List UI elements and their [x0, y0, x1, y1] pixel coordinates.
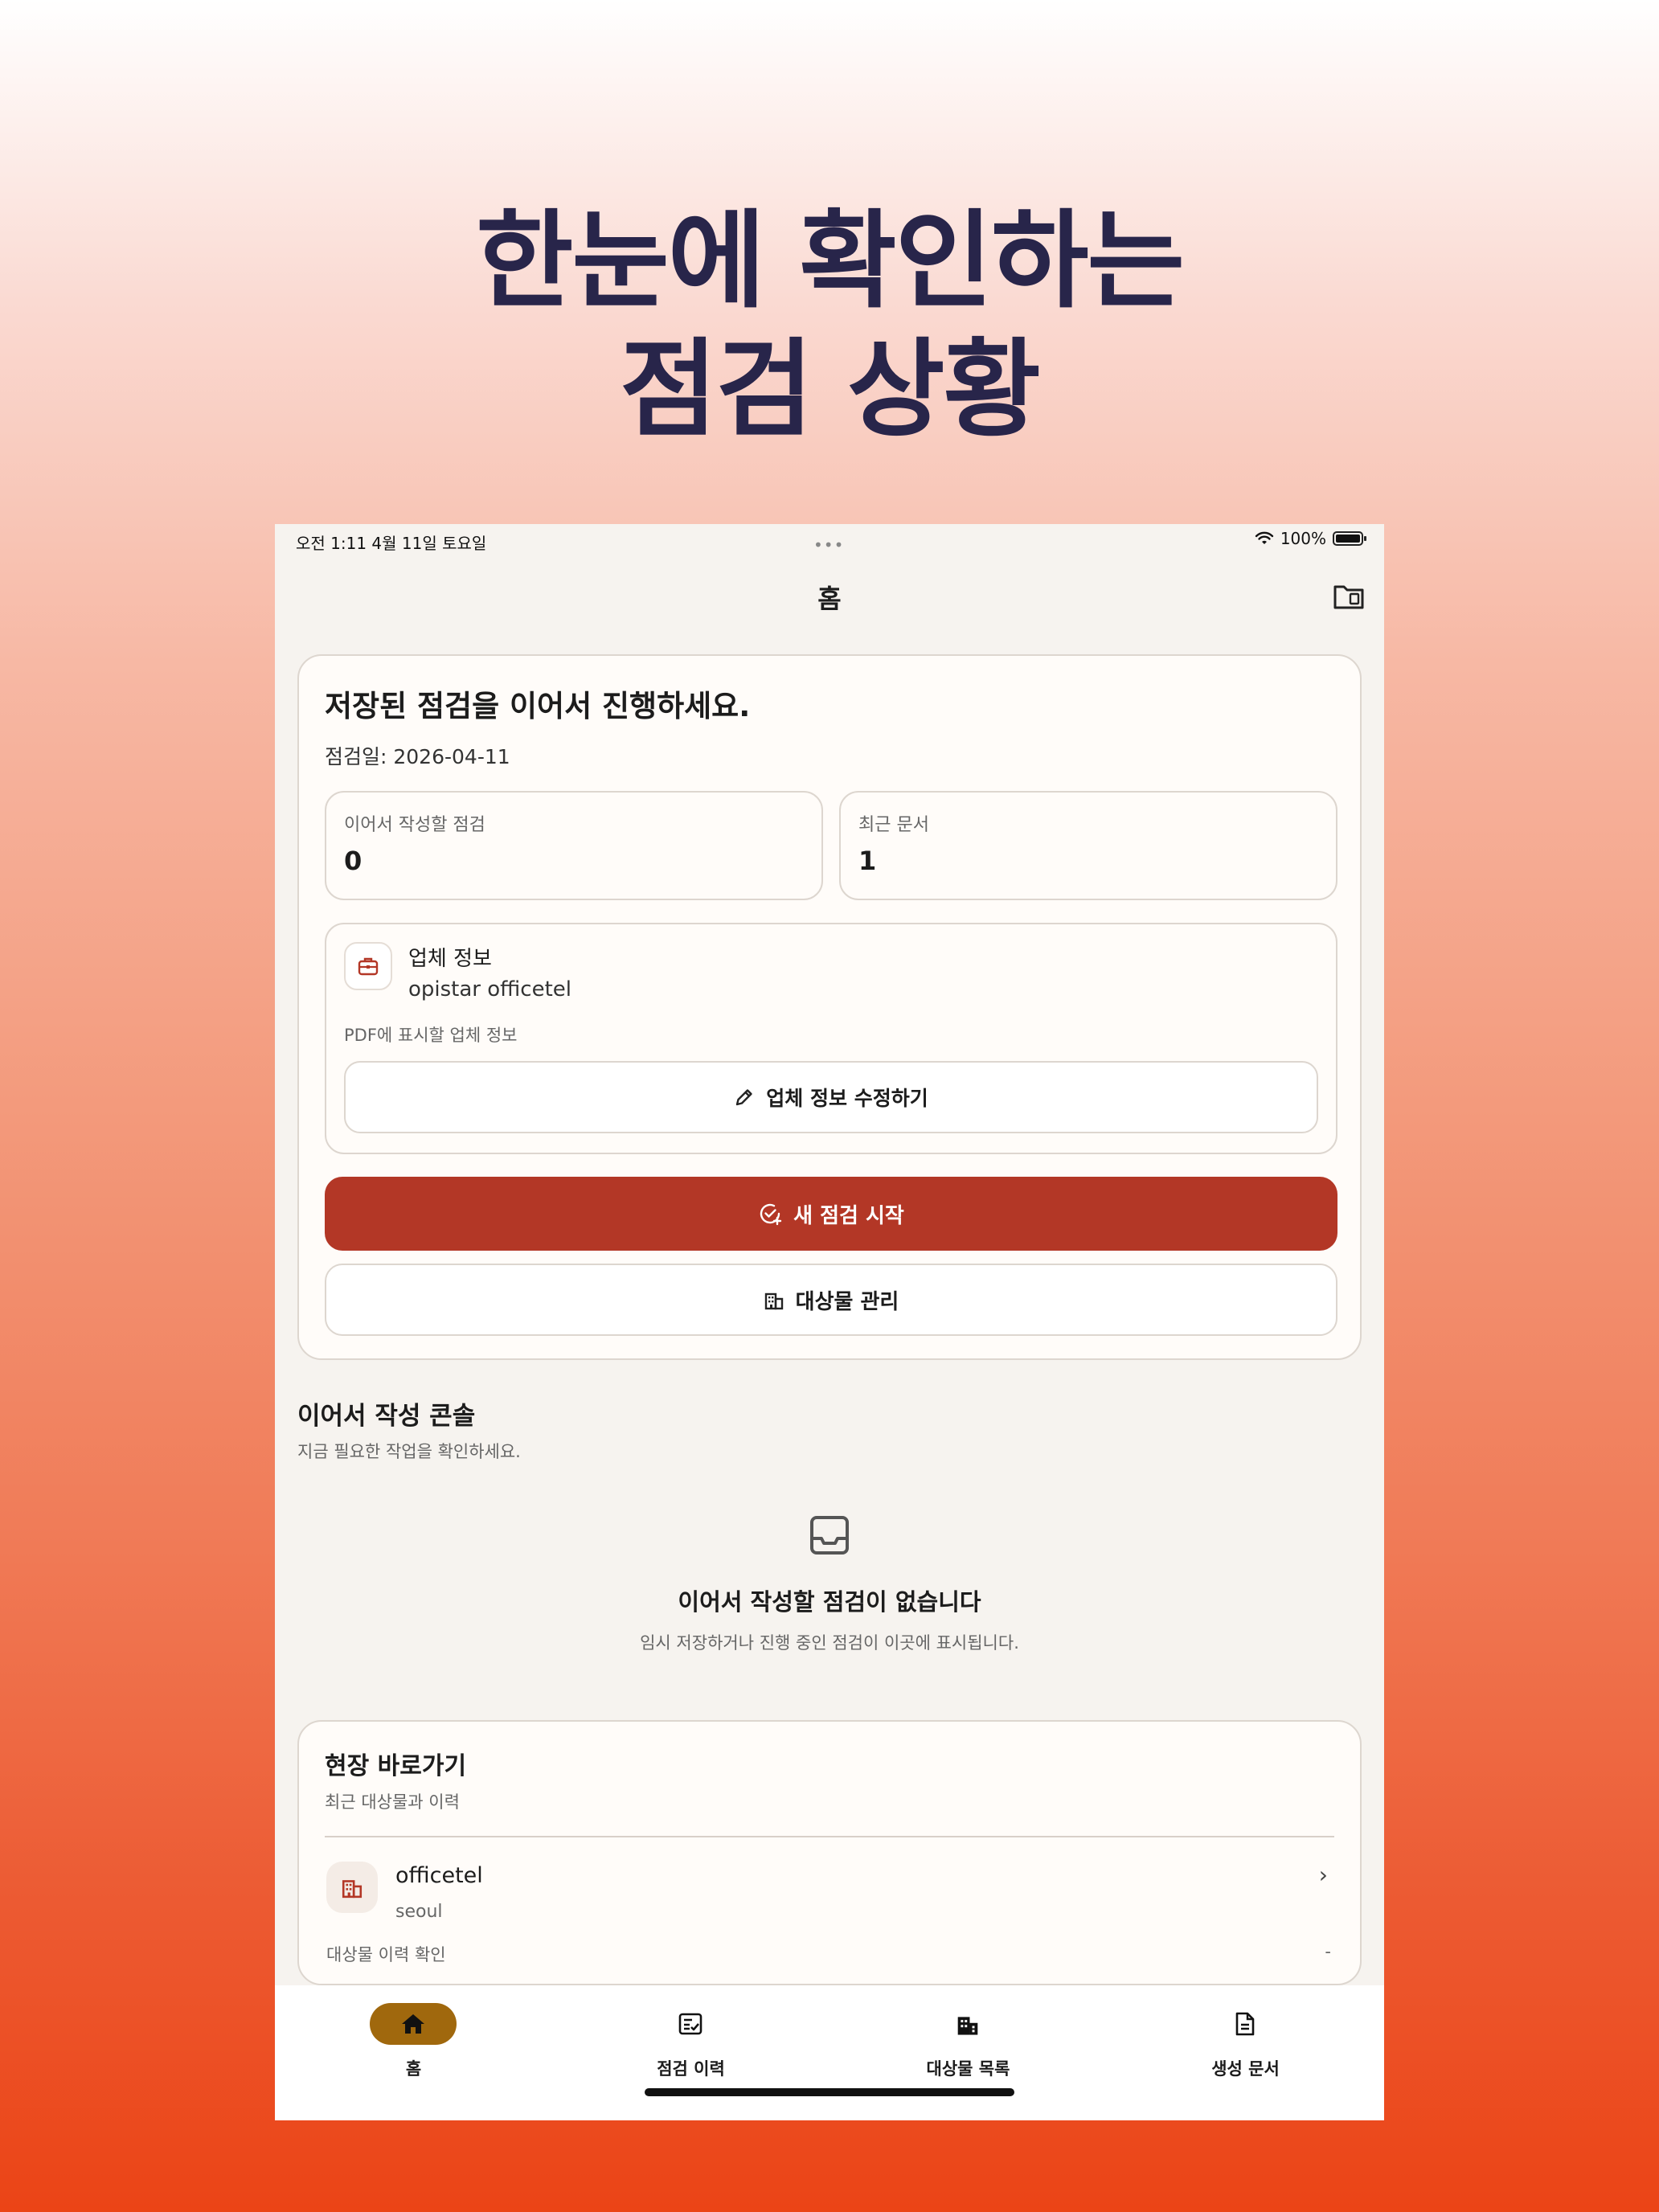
card-title: 저장된 점검을 이어서 진행하세요.	[325, 689, 751, 723]
inspection-date: 점검일: 2026-04-11	[325, 745, 510, 768]
stat-recent-documents[interactable]: 최근 문서 1	[839, 791, 1337, 900]
shortcuts-title: 현장 바로가기	[325, 1752, 467, 1780]
shortcuts-subtitle: 최근 대상물과 이력	[325, 1792, 460, 1812]
edit-company-label: 업체 정보 수정하기	[766, 1087, 928, 1110]
briefcase-icon	[344, 942, 392, 990]
tab-label: 홈	[405, 2059, 422, 2079]
property-location: seoul	[395, 1902, 443, 1922]
tab-inspection-history[interactable]: 점검 이력	[552, 1985, 830, 2082]
console-subtitle: 지금 필요한 작업을 확인하세요.	[297, 1442, 521, 1461]
tab-label: 점검 이력	[657, 2059, 725, 2079]
status-right: 100%	[1255, 529, 1366, 548]
device-screen: 오전 1:11 4월 11일 토요일 ••• 100% 홈 저장된 점검을 이어…	[275, 524, 1384, 2120]
empty-state-subtitle: 임시 저장하거나 진행 중인 점검이 이곳에 표시됩니다.	[640, 1633, 1019, 1653]
building-icon	[764, 1292, 783, 1310]
stat-value: 0	[344, 846, 363, 876]
inbox-icon	[810, 1516, 849, 1555]
promo-headline-line1: 한눈에 확인하는	[475, 199, 1185, 323]
promo-headline-line2: 점검 상황	[620, 328, 1041, 452]
list-item[interactable]: officetel seoul › 대상물 이력 확인 -	[299, 1837, 1360, 1985]
battery-icon	[1333, 531, 1366, 546]
new-inspection-label: 새 점검 시작	[793, 1203, 904, 1228]
company-name: opistar officetel	[408, 977, 572, 1002]
company-info-panel: 업체 정보 opistar officetel PDF에 표시할 업체 정보 업…	[325, 923, 1337, 1154]
site-shortcuts-card: 현장 바로가기 최근 대상물과 이력 officetel seoul › 대상물…	[297, 1720, 1362, 1985]
folder-document-icon[interactable]	[1333, 582, 1365, 611]
property-name: officetel	[395, 1863, 483, 1888]
nav-bar: 홈	[275, 569, 1384, 621]
console-title: 이어서 작성 콘솔	[297, 1402, 476, 1431]
manage-properties-button[interactable]: 대상물 관리	[325, 1264, 1337, 1336]
home-icon	[370, 2003, 457, 2045]
resume-card: 저장된 점검을 이어서 진행하세요. 점검일: 2026-04-11 이어서 작…	[297, 654, 1362, 1360]
status-bar: 오전 1:11 4월 11일 토요일 ••• 100%	[275, 524, 1384, 556]
check-plus-icon	[760, 1203, 782, 1226]
nav-title: 홈	[817, 584, 842, 614]
battery-percent: 100%	[1280, 529, 1326, 548]
status-time-date: 오전 1:11 4월 11일 토요일	[296, 534, 487, 553]
new-inspection-button[interactable]: 새 점검 시작	[325, 1177, 1337, 1251]
edit-company-button[interactable]: 업체 정보 수정하기	[344, 1061, 1318, 1133]
tab-label: 생성 문서	[1211, 2059, 1280, 2079]
company-label: 업체 정보	[408, 947, 492, 971]
property-history-value: -	[1325, 1942, 1331, 1961]
stat-label: 최근 문서	[858, 815, 929, 835]
empty-state-title: 이어서 작성할 점검이 없습니다	[678, 1588, 981, 1616]
stat-value: 1	[858, 846, 877, 876]
tab-bar: 홈 점검 이력 대상물 목록 생성 문서	[275, 1985, 1384, 2120]
tab-property-list[interactable]: 대상물 목록	[830, 1985, 1107, 2082]
company-note: PDF에 표시할 업체 정보	[344, 1026, 518, 1045]
checklist-icon	[647, 2003, 734, 2045]
tab-home[interactable]: 홈	[275, 1985, 552, 2082]
tab-generated-documents[interactable]: 생성 문서	[1107, 1985, 1384, 2082]
document-icon	[1202, 2003, 1288, 2045]
stat-pending-inspections[interactable]: 이어서 작성할 점검 0	[325, 791, 823, 900]
building-icon	[326, 1862, 378, 1913]
multitasking-dots[interactable]: •••	[813, 535, 844, 555]
pencil-icon	[736, 1089, 752, 1106]
home-indicator[interactable]	[645, 2088, 1014, 2096]
promo-headline: 한눈에 확인하는 점검 상황	[0, 197, 1659, 454]
property-history-link[interactable]: 대상물 이력 확인	[326, 1942, 446, 1966]
chevron-right-icon: ›	[1318, 1862, 1328, 1888]
wifi-icon	[1255, 531, 1274, 544]
building-icon	[924, 2003, 1011, 2045]
tab-label: 대상물 목록	[926, 2059, 1010, 2079]
stat-label: 이어서 작성할 점검	[344, 815, 485, 835]
manage-properties-label: 대상물 관리	[795, 1289, 899, 1314]
